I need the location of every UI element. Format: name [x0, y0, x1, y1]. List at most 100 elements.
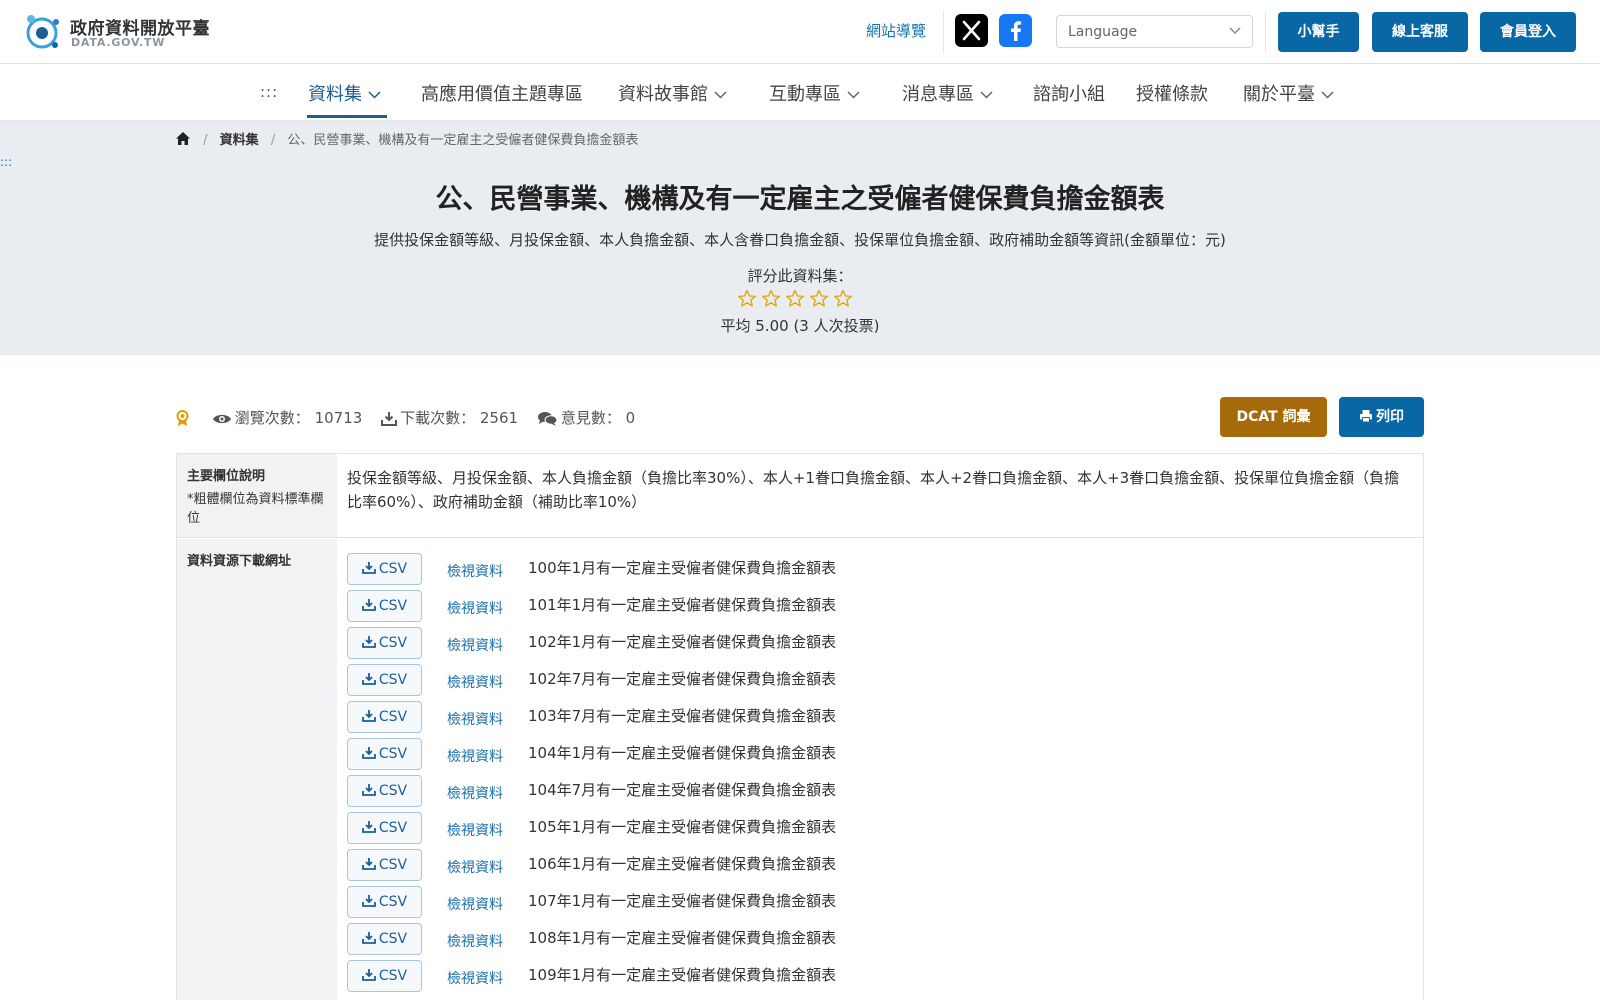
member-login-button[interactable]: 會員登入: [1480, 12, 1576, 52]
csv-download-label: CSV: [378, 561, 408, 577]
star-icon[interactable]: [833, 289, 853, 308]
csv-download-label: CSV: [378, 709, 408, 725]
view-data-link[interactable]: 檢視資料: [447, 894, 503, 914]
download-icon: [361, 784, 376, 796]
comments-count: 0: [625, 409, 636, 427]
dataset-stats: 瀏覽次數： 10713 下載次數： 2561 意見數： 0: [175, 407, 649, 429]
view-data-link[interactable]: 檢視資料: [447, 931, 503, 951]
sitemap-link[interactable]: 網站導覽: [866, 20, 926, 41]
resource-item: CSV 檢視資料 104年1月有一定雇主受僱者健保費負擔金額表: [347, 738, 1407, 770]
main-nav: ::: 資料集 高應用價值主題專區 資料故事館 互動專區 消息專區 諮詢小組 授…: [0, 64, 1600, 121]
view-data-link[interactable]: 檢視資料: [447, 968, 503, 988]
download-icon: [361, 969, 376, 981]
resource-item: CSV 檢視資料 103年7月有一定雇主受僱者健保費負擔金額表: [347, 701, 1407, 733]
view-data-link[interactable]: 檢視資料: [447, 561, 503, 581]
accesskey-content[interactable]: :::: [0, 155, 12, 169]
nav-item-about[interactable]: 關於平臺: [1243, 80, 1334, 106]
csv-download-button[interactable]: CSV: [347, 849, 422, 881]
online-service-button[interactable]: 線上客服: [1372, 12, 1468, 52]
nav-item-datasets[interactable]: 資料集: [308, 80, 381, 106]
divider: [943, 11, 944, 53]
breadcrumb-current: 公、民營事業、機構及有一定雇主之受僱者健保費負擔金額表: [287, 133, 639, 148]
printer-icon: [1360, 410, 1372, 423]
view-data-link[interactable]: 檢視資料: [447, 820, 503, 840]
resource-name: 109年1月有一定雇主受僱者健保費負擔金額表: [528, 966, 837, 984]
download-icon: [361, 895, 376, 907]
language-select[interactable]: Language: [1056, 15, 1253, 48]
nav-item-interactive[interactable]: 互動專區: [769, 80, 860, 106]
comments-stat: 意見數： 0: [537, 407, 635, 428]
csv-download-button[interactable]: CSV: [347, 664, 422, 696]
csv-download-button[interactable]: CSV: [347, 701, 422, 733]
csv-download-button[interactable]: CSV: [347, 738, 422, 770]
page-title: 公、民營事業、機構及有一定雇主之受僱者健保費負擔金額表: [435, 184, 1165, 215]
view-data-link[interactable]: 檢視資料: [447, 635, 503, 655]
csv-download-button[interactable]: CSV: [347, 553, 422, 585]
csv-download-button[interactable]: CSV: [347, 775, 422, 807]
helper-button[interactable]: 小幫手: [1278, 12, 1359, 52]
nav-item-data-stories[interactable]: 資料故事館: [618, 80, 727, 106]
resource-name: 101年1月有一定雇主受僱者健保費負擔金額表: [528, 596, 837, 614]
nav-item-label: 關於平臺: [1243, 84, 1315, 105]
resource-name: 102年1月有一定雇主受僱者健保費負擔金額表: [528, 633, 837, 651]
accesskey-top[interactable]: :::: [260, 83, 278, 101]
nav-item-news[interactable]: 消息專區: [902, 80, 993, 106]
resource-name: 104年7月有一定雇主受僱者健保費負擔金額表: [528, 781, 837, 799]
fields-value: 投保金額等級、月投保金額、本人負擔金額（負擔比率30%）、本人+1眷口負擔金額、…: [347, 469, 1400, 511]
site-logo[interactable]: 政府資料開放平臺 DATA.GOV.TW: [22, 11, 212, 55]
resource-name: 107年1月有一定雇主受僱者健保費負擔金額表: [528, 892, 837, 910]
csv-download-button[interactable]: CSV: [347, 590, 422, 622]
download-icon: [381, 412, 398, 426]
chevron-down-icon: [714, 91, 727, 99]
resource-item: CSV 檢視資料 108年1月有一定雇主受僱者健保費負擔金額表: [347, 923, 1407, 955]
resource-item: CSV 檢視資料 107年1月有一定雇主受僱者健保費負擔金額表: [347, 886, 1407, 918]
nav-item-advisory[interactable]: 諮詢小組: [1033, 80, 1105, 106]
view-data-link[interactable]: 檢視資料: [447, 598, 503, 618]
download-icon: [361, 599, 376, 611]
download-icon: [361, 673, 376, 685]
nav-item-label: 資料故事館: [618, 84, 708, 105]
fields-label-cell: 主要欄位說明 *粗體欄位為資料標準欄位: [177, 454, 337, 537]
view-data-link[interactable]: 檢視資料: [447, 672, 503, 692]
csv-download-button[interactable]: CSV: [347, 923, 422, 955]
dataset-info-table: 主要欄位說明 *粗體欄位為資料標準欄位 投保金額等級、月投保金額、本人負擔金額（…: [176, 453, 1424, 1000]
csv-download-button[interactable]: CSV: [347, 960, 422, 992]
resource-name: 105年1月有一定雇主受僱者健保費負擔金額表: [528, 818, 837, 836]
nav-item-high-value[interactable]: 高應用價值主題專區: [421, 80, 583, 106]
nav-item-label: 互動專區: [769, 84, 841, 105]
x-twitter-icon[interactable]: [955, 14, 988, 47]
top-header: 政府資料開放平臺 DATA.GOV.TW 網站導覽 Language 小幫手 線…: [0, 0, 1600, 64]
view-data-link[interactable]: 檢視資料: [447, 746, 503, 766]
nav-item-label: 授權條款: [1136, 84, 1208, 105]
star-icon[interactable]: [809, 289, 829, 308]
resource-name: 108年1月有一定雇主受僱者健保費負擔金額表: [528, 929, 837, 947]
view-data-link[interactable]: 檢視資料: [447, 709, 503, 729]
view-data-link[interactable]: 檢視資料: [447, 783, 503, 803]
csv-download-label: CSV: [378, 746, 408, 762]
resources-label-cell: 資料資源下載網址: [177, 539, 337, 1000]
csv-download-label: CSV: [378, 820, 408, 836]
nav-item-license[interactable]: 授權條款: [1136, 80, 1208, 106]
facebook-icon[interactable]: [999, 14, 1032, 47]
resource-item: CSV 檢視資料 101年1月有一定雇主受僱者健保費負擔金額表: [347, 590, 1407, 622]
resource-item: CSV 檢視資料 109年1月有一定雇主受僱者健保費負擔金額表: [347, 960, 1407, 992]
dcat-button[interactable]: DCAT 詞彙: [1220, 397, 1327, 437]
csv-download-button[interactable]: CSV: [347, 812, 422, 844]
fields-label: 主要欄位說明: [187, 469, 266, 484]
breadcrumb-datasets[interactable]: 資料集: [220, 133, 259, 148]
star-icon[interactable]: [761, 289, 781, 308]
csv-download-button[interactable]: CSV: [347, 627, 422, 659]
download-icon: [361, 932, 376, 944]
view-data-link[interactable]: 檢視資料: [447, 857, 503, 877]
star-icon[interactable]: [737, 289, 757, 308]
dataset-description: 提供投保金額等級、月投保金額、本人負擔金額、本人含眷口負擔金額、投保單位負擔金額…: [374, 231, 1226, 249]
home-icon[interactable]: [175, 131, 191, 146]
print-button[interactable]: 列印: [1339, 397, 1424, 437]
star-icon[interactable]: [785, 289, 805, 308]
views-count: 10713: [314, 409, 363, 427]
logo-subtitle: DATA.GOV.TW: [71, 36, 166, 49]
csv-download-button[interactable]: CSV: [347, 886, 422, 918]
chevron-down-icon: [980, 91, 993, 99]
resource-name: 106年1月有一定雇主受僱者健保費負擔金額表: [528, 855, 837, 873]
views-label: 瀏覽次數：: [234, 409, 310, 427]
